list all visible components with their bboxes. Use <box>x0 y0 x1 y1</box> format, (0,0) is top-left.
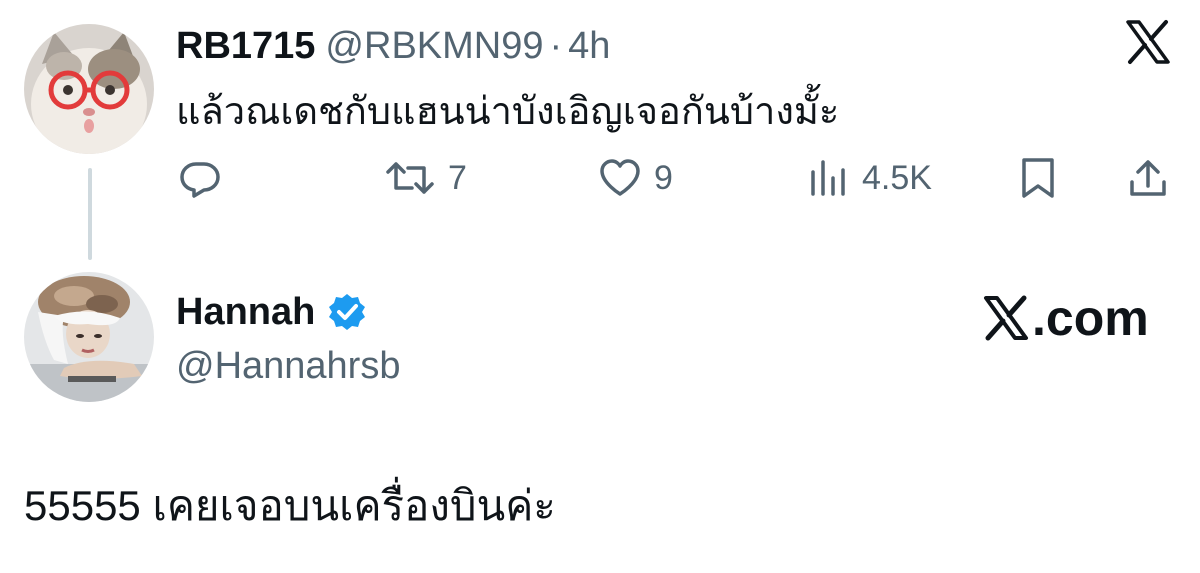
reply-display-name-row: Hannah <box>176 290 367 334</box>
share-icon <box>1130 160 1166 196</box>
x-logo-icon <box>984 295 1028 341</box>
retweet-button[interactable]: 7 <box>384 156 467 200</box>
watermark-label: .com <box>1032 290 1149 346</box>
bookmark-button[interactable] <box>1018 156 1058 200</box>
tweet-text: แล้วณเดชกับแฮนน่าบังเอิญเจอกันบ้างมั้ะ <box>176 91 840 133</box>
reply-icon <box>180 162 220 198</box>
display-name[interactable]: RB1715 <box>176 25 315 67</box>
user-handle[interactable]: @Hannahrsb <box>176 344 400 388</box>
like-count: 9 <box>654 158 673 197</box>
views-button[interactable]: 4.5K <box>806 156 932 200</box>
avatar-hannah[interactable] <box>24 272 154 402</box>
retweet-icon <box>386 162 434 194</box>
retweet-count: 7 <box>448 158 467 197</box>
reply-tweet-text: 55555 เคยเจอบนเครื่องบินค่ะ <box>24 482 556 529</box>
avatar-rb1715[interactable] <box>24 24 154 154</box>
verified-badge-icon <box>329 294 366 330</box>
tweet-header: RB1715 @RBKMN99 · 4h <box>176 24 610 68</box>
views-count: 4.5K <box>862 158 932 197</box>
bookmark-icon <box>1022 158 1054 198</box>
display-name[interactable]: Hannah <box>176 290 315 334</box>
separator-dot: · <box>549 25 563 67</box>
thread-connector-line <box>88 168 92 260</box>
user-handle[interactable]: @RBKMN99 <box>325 25 543 67</box>
views-icon <box>811 160 845 196</box>
like-button[interactable]: 9 <box>598 156 673 200</box>
share-button[interactable] <box>1126 156 1170 200</box>
tweet-timestamp[interactable]: 4h <box>568 25 610 67</box>
x-com-watermark: .com <box>982 290 1149 346</box>
reply-button[interactable] <box>178 156 222 200</box>
like-icon <box>600 159 640 196</box>
x-logo-icon <box>1124 18 1172 66</box>
